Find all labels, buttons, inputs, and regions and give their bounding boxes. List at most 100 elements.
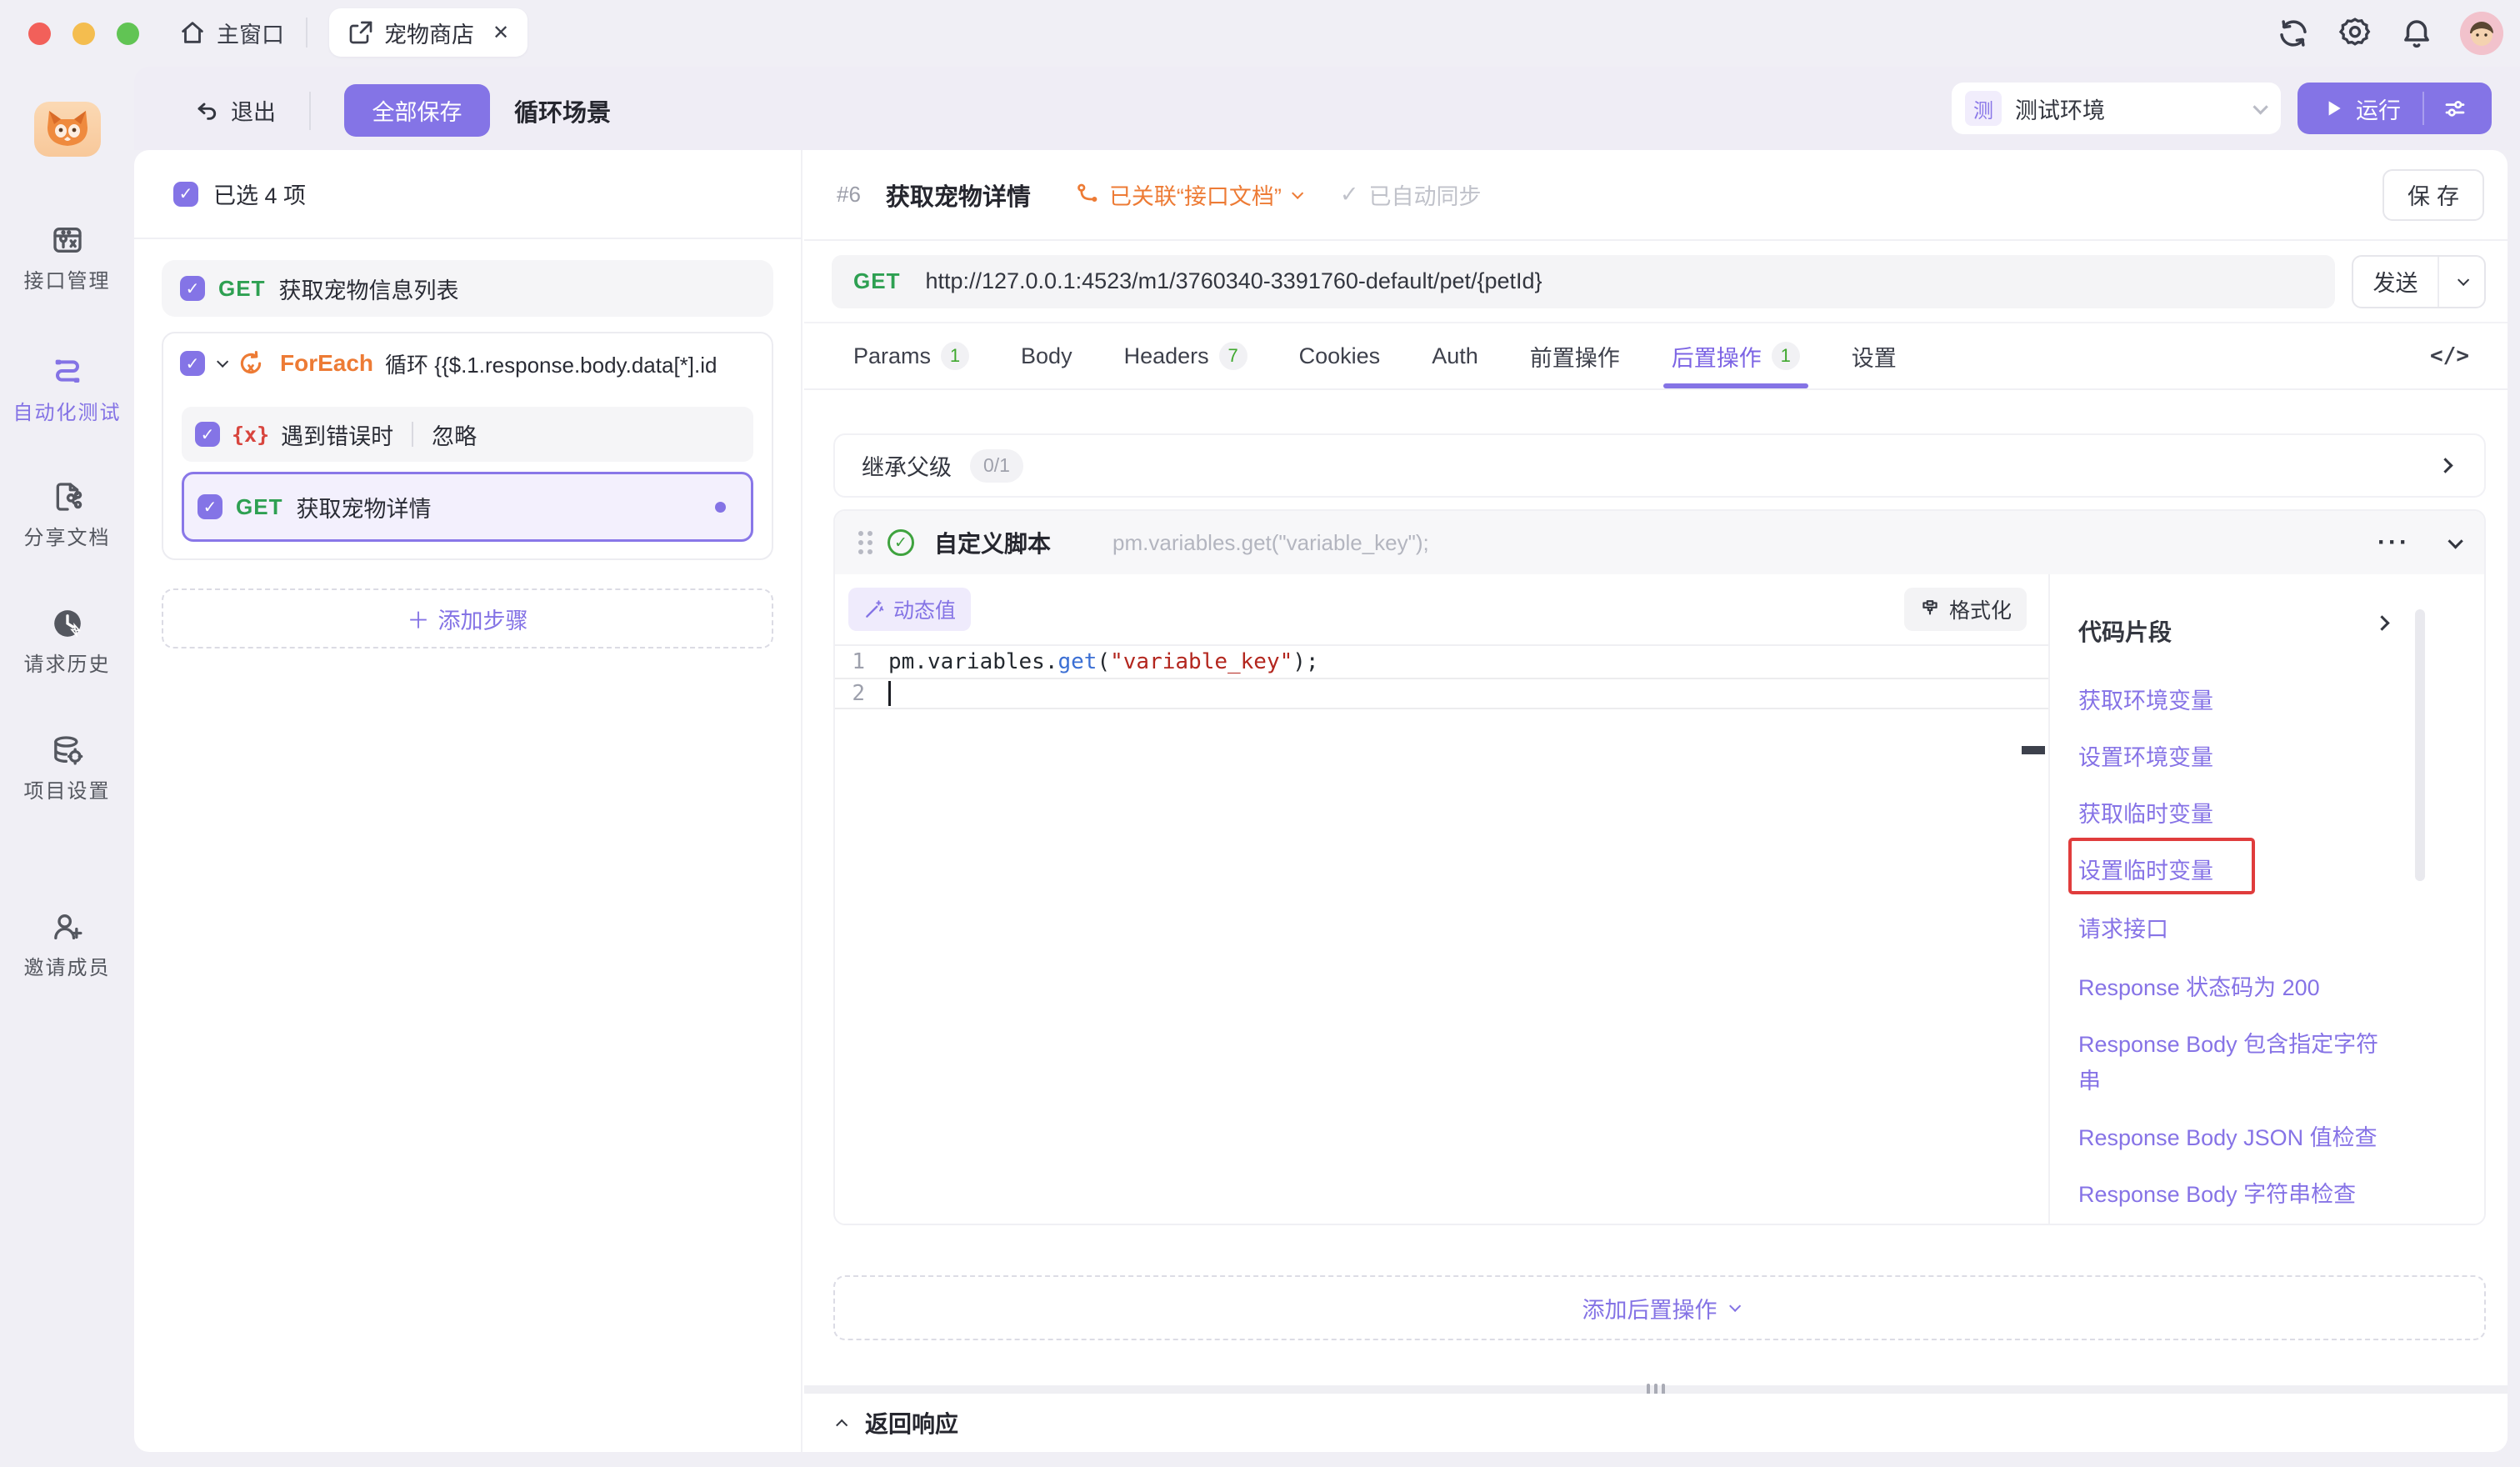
selected-count: 已选 4 项 [213, 178, 306, 210]
snippet-response-body-contains[interactable]: Response Body 包含指定字符串 [2078, 1026, 2388, 1099]
sidebar-item-api-management[interactable]: 接口管理 [0, 223, 134, 293]
main-window-tab[interactable]: 主窗口 [178, 17, 284, 49]
foreach-checkbox[interactable]: ✓ [180, 351, 205, 376]
tab-divider [306, 18, 308, 48]
dynamic-value-button[interactable]: 动态值 [848, 588, 971, 631]
chevron-down-icon [1729, 1300, 1741, 1312]
add-step-button[interactable]: ＋ 添加步骤 [162, 588, 773, 648]
snippets-scrollbar[interactable] [2415, 609, 2425, 881]
step-get-pet-detail-selected[interactable]: ✓ GET 获取宠物详情 [182, 472, 753, 542]
sidebar-item-share-docs[interactable]: 分享文档 [0, 480, 134, 550]
request-editor: #6 获取宠物详情 已关联“接口文档” ✓ 已自动同步 保存 GET http:… [804, 150, 2508, 1452]
save-all-button[interactable]: 全部保存 [344, 84, 490, 137]
snippet-get-env-var[interactable]: 获取环境变量 [2078, 683, 2388, 719]
chevron-down-icon [1292, 187, 1303, 198]
snippet-response-body-string-check[interactable]: Response Body 字符串检查 [2078, 1176, 2388, 1213]
snippet-set-env-var[interactable]: 设置环境变量 [2078, 739, 2388, 776]
tab-headers[interactable]: Headers7 [1124, 323, 1248, 388]
step-get-pet-list[interactable]: ✓ GET 获取宠物信息列表 [162, 260, 773, 317]
tab-settings[interactable]: 设置 [1852, 323, 1897, 388]
response-resize-handle[interactable] [804, 1385, 2508, 1394]
wand-icon [863, 598, 885, 620]
code-area[interactable]: 1 pm.variables.get("variable_key"); 2 [835, 644, 2048, 1224]
on-error-checkbox[interactable]: ✓ [195, 422, 220, 447]
send-button[interactable]: 发送 [2352, 255, 2486, 308]
gear-icon[interactable] [2337, 15, 2373, 52]
environment-badge: 测 [1965, 91, 2002, 126]
inherit-count-pill: 0/1 [970, 449, 1023, 483]
sync-icon[interactable] [2275, 15, 2312, 52]
zoom-window-button[interactable] [117, 23, 139, 45]
on-error-row[interactable]: ✓ {x} 遇到错误时 忽略 [182, 407, 753, 462]
highlight-red-box [2068, 838, 2255, 894]
more-actions-icon[interactable]: ··· [2378, 528, 2410, 557]
close-tab-icon[interactable]: ✕ [492, 21, 509, 45]
collapse-chevron-icon[interactable] [217, 356, 228, 368]
send-options-chevron-icon[interactable] [2439, 278, 2484, 286]
close-window-button[interactable] [28, 23, 51, 45]
custom-script-card: ✓ 自定义脚本 pm.variables.get("variable_key")… [833, 509, 2486, 1225]
drag-handle-icon[interactable] [858, 531, 872, 554]
request-tabs: Params1 Body Headers7 Cookies Auth 前置操作 … [804, 323, 2508, 390]
response-bar[interactable]: 返回响应 [804, 1394, 2508, 1452]
bell-icon[interactable] [2398, 15, 2435, 52]
user-avatar[interactable] [2460, 12, 2503, 55]
tab-body[interactable]: Body [1021, 323, 1072, 388]
tab-cookies[interactable]: Cookies [1299, 323, 1381, 388]
exit-label: 退出 [231, 94, 276, 127]
project-window-icon [348, 19, 374, 46]
format-button[interactable]: 格式化 [1904, 588, 2027, 631]
tab-pre-operations[interactable]: 前置操作 [1530, 323, 1620, 388]
enabled-check-icon[interactable]: ✓ [888, 529, 914, 556]
snippet-get-temp-var[interactable]: 获取临时变量 [2078, 796, 2388, 833]
select-all-checkbox[interactable]: ✓ [173, 182, 198, 207]
step-index: #6 [837, 182, 861, 208]
add-post-operation-button[interactable]: 添加后置操作 [833, 1275, 2486, 1340]
project-settings-icon [51, 734, 84, 767]
sidebar-item-invite-members[interactable]: 邀请成员 [0, 910, 134, 980]
custom-script-header[interactable]: ✓ 自定义脚本 pm.variables.get("variable_key")… [835, 511, 2484, 574]
project-tab-petstore[interactable]: 宠物商店 ✕ [329, 8, 528, 57]
share-docs-icon [51, 480, 84, 513]
inherit-parent-row[interactable]: 继承父级 0/1 [833, 433, 2486, 498]
tab-post-operations[interactable]: 后置操作1 [1672, 323, 1800, 388]
chevron-down-icon [2252, 99, 2268, 114]
app-sidebar: 接口管理 自动化测试 分享文档 请求历史 项目设置 邀请成员 [0, 67, 134, 1467]
snippet-response-status-200[interactable]: Response 状态码为 200 [2078, 969, 2388, 1006]
script-preview: pm.variables.get("variable_key"); [1112, 530, 2362, 556]
step2-checkbox[interactable]: ✓ [198, 494, 222, 519]
workspace-card: ✓ 已选 4 项 ✓ GET 获取宠物信息列表 ✓ ForEach 循环 {{$… [134, 150, 2508, 1452]
code-snippets-panel: 代码片段 获取环境变量 设置环境变量 获取临时变量 设置临时变量 请求接口 Re… [2048, 574, 2484, 1224]
save-button[interactable]: 保存 [2382, 169, 2484, 221]
plus-icon: ＋ [408, 603, 430, 635]
code-view-icon[interactable]: </> [2430, 343, 2469, 368]
chevron-right-icon[interactable] [2374, 615, 2389, 630]
run-settings-icon[interactable] [2442, 96, 2468, 121]
environment-select[interactable]: 测 测试环境 [1952, 83, 2281, 134]
step1-checkbox[interactable]: ✓ [180, 276, 205, 301]
script-editor[interactable]: 动态值 格式化 1 pm.variables.get("variable_key… [835, 574, 2048, 1224]
scenario-title: 循环场景 [514, 93, 611, 128]
snippet-response-body-json-check[interactable]: Response Body JSON 值检查 [2078, 1119, 2388, 1156]
tab-auth[interactable]: Auth [1432, 323, 1478, 388]
foreach-tag: ForEach [280, 350, 373, 377]
run-button[interactable]: 运行 [2298, 83, 2492, 134]
minimize-window-button[interactable] [72, 23, 95, 45]
format-brush-icon [1919, 598, 1941, 620]
url-input[interactable]: GET http://127.0.0.1:4523/m1/3760340-339… [832, 255, 2335, 308]
tab-params[interactable]: Params1 [853, 323, 969, 388]
environment-name: 测试环境 [2015, 93, 2240, 125]
sidebar-item-automated-testing[interactable]: 自动化测试 [0, 355, 134, 425]
sidebar-item-project-settings[interactable]: 项目设置 [0, 734, 134, 804]
sidebar-item-request-history[interactable]: 请求历史 [0, 607, 134, 677]
traffic-lights[interactable] [28, 23, 139, 45]
foreach-header[interactable]: ✓ ForEach 循环 {{$.1.response.body.data[*]… [163, 333, 772, 393]
project-logo[interactable] [34, 102, 101, 157]
automated-testing-icon [51, 355, 84, 388]
snippet-request-api[interactable]: 请求接口 [2078, 911, 2388, 948]
collapse-chevron-icon[interactable] [2448, 533, 2462, 548]
api-management-icon [51, 223, 84, 257]
link-icon [1074, 183, 1099, 208]
linked-api-doc[interactable]: 已关联“接口文档” [1074, 178, 1300, 211]
exit-button[interactable]: 退出 [194, 94, 276, 127]
